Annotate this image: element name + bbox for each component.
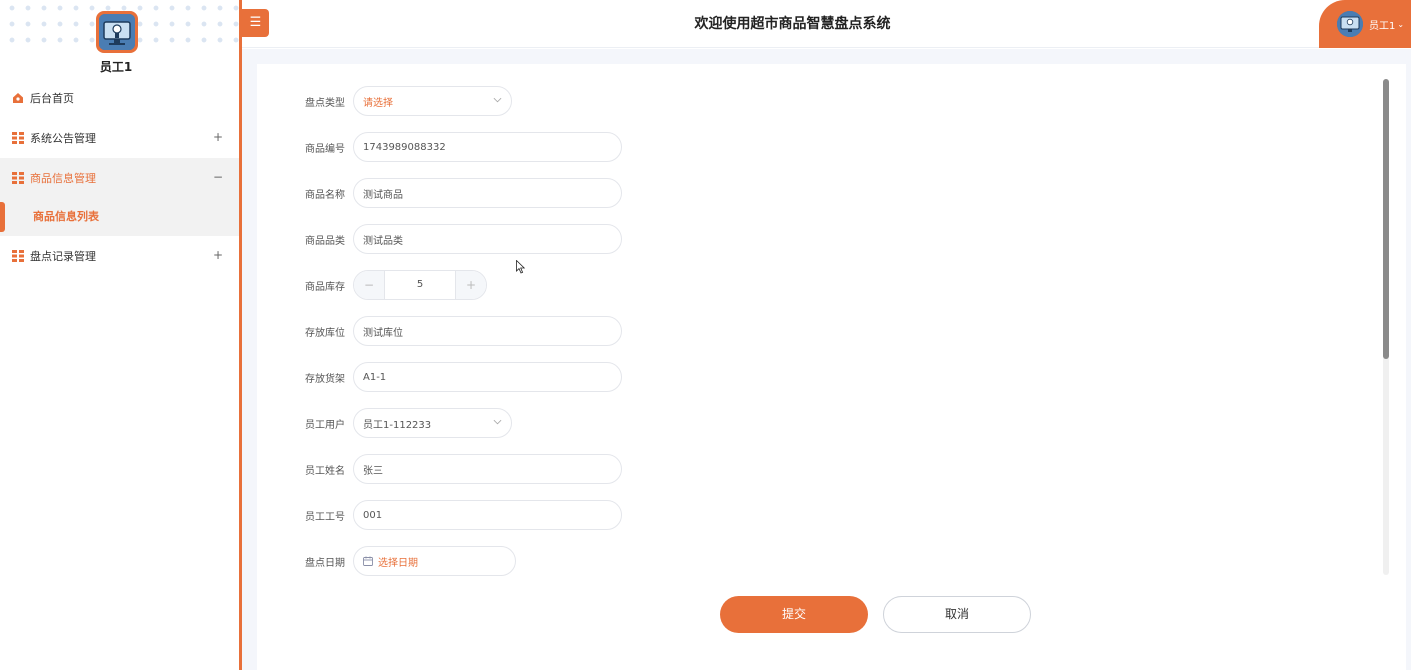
storage-shelf-input[interactable]: A1-1 [353, 362, 622, 392]
scrollbar-thumb[interactable] [1383, 79, 1389, 359]
select-value: 请选择 [363, 97, 393, 109]
collapse-icon[interactable]: − [213, 170, 223, 184]
form-row-employee-name: 员工姓名 张三 [257, 454, 622, 484]
date-placeholder: 选择日期 [378, 557, 418, 569]
field-label: 存放库位 [305, 327, 345, 339]
sidebar-item-label: 后台首页 [30, 92, 74, 105]
field-label: 商品名称 [305, 189, 345, 201]
form-row-inventory-date: 盘点日期 选择日期 [257, 546, 516, 576]
calendar-icon [363, 556, 373, 566]
grid-icon [12, 250, 24, 262]
decrement-button[interactable]: − [354, 271, 385, 299]
increment-button[interactable]: + [455, 271, 486, 299]
avatar [1337, 11, 1363, 37]
chevron-down-icon [493, 96, 502, 106]
sidebar-item-home[interactable]: 后台首页 [0, 78, 239, 118]
submit-button[interactable]: 提交 [720, 596, 868, 633]
cancel-button[interactable]: 取消 [883, 596, 1031, 633]
storage-location-input[interactable]: 测试库位 [353, 316, 622, 346]
sidebar-item-label: 系统公告管理 [30, 132, 96, 145]
inventory-type-select[interactable]: 请选择 [353, 86, 512, 116]
stock-value-input[interactable]: 5 [385, 271, 455, 299]
sidebar-subitem-product-list[interactable]: 商品信息列表 [0, 198, 239, 236]
mouse-cursor-icon [516, 259, 526, 274]
field-label: 存放货架 [305, 373, 345, 385]
employee-name-input[interactable]: 张三 [353, 454, 622, 484]
page-title: 欢迎使用超市商品智慧盘点系统 [694, 16, 891, 32]
employee-id-input[interactable]: 001 [353, 500, 622, 530]
field-label: 商品库存 [305, 281, 345, 293]
sidebar-item-label: 商品信息管理 [30, 172, 96, 185]
home-icon [12, 92, 24, 104]
form-row-employee-user: 员工用户 员工1-112233 [257, 408, 512, 438]
sidebar-item-product-info[interactable]: 商品信息管理 − [0, 158, 239, 198]
expand-icon[interactable]: + [213, 130, 223, 144]
product-code-input[interactable]: 1743989088332 [353, 132, 622, 162]
form-row-storage-location: 存放库位 测试库位 [257, 316, 622, 346]
app-root: 员工1 后台首页 系统公告管理 + 商品信息管理 − 商品信息列表 盘点记录管理… [0, 0, 1411, 670]
avatar[interactable] [96, 11, 138, 53]
field-label: 员工工号 [305, 511, 345, 523]
form-row-product-name: 商品名称 测试商品 [257, 178, 622, 208]
form-row-inventory-type: 盘点类型 请选择 [257, 86, 512, 116]
expand-icon[interactable]: + [213, 248, 223, 262]
field-label: 盘点类型 [305, 97, 345, 109]
avatar-image [99, 14, 135, 50]
user-menu[interactable]: 员工1 ⌄ [1319, 0, 1411, 48]
field-label: 商品编号 [305, 143, 345, 155]
chevron-down-icon: ⌄ [1397, 19, 1405, 29]
product-name-input[interactable]: 测试商品 [353, 178, 622, 208]
field-label: 盘点日期 [305, 557, 345, 569]
active-indicator [0, 202, 5, 232]
form-row-product-code: 商品编号 1743989088332 [257, 132, 622, 162]
top-header: ☰ 欢迎使用超市商品智慧盘点系统 员工1 ⌄ [242, 0, 1411, 48]
field-label: 商品品类 [305, 235, 345, 247]
stock-stepper: − 5 + [353, 270, 487, 300]
form-row-employee-id: 员工工号 001 [257, 500, 622, 530]
product-category-input[interactable]: 测试品类 [353, 224, 622, 254]
sidebar-menu: 后台首页 系统公告管理 + 商品信息管理 − 商品信息列表 盘点记录管理 + [0, 78, 239, 276]
select-value: 员工1-112233 [363, 419, 432, 431]
grid-icon [12, 132, 24, 144]
field-label: 员工用户 [305, 419, 345, 431]
field-label: 员工姓名 [305, 465, 345, 477]
grid-icon [12, 172, 24, 184]
header-user-name: 员工1 [1369, 20, 1396, 32]
form-row-storage-shelf: 存放货架 A1-1 [257, 362, 622, 392]
employee-user-select[interactable]: 员工1-112233 [353, 408, 512, 438]
sidebar-subitem-label: 商品信息列表 [33, 210, 99, 223]
sidebar-item-label: 盘点记录管理 [30, 250, 96, 263]
chevron-down-icon [493, 418, 502, 428]
form-row-product-category: 商品品类 测试品类 [257, 224, 622, 254]
sidebar-item-announcements[interactable]: 系统公告管理 + [0, 118, 239, 158]
form-row-product-stock: 商品库存 − 5 + [257, 270, 487, 300]
inventory-date-picker[interactable]: 选择日期 [353, 546, 516, 576]
sidebar-item-inventory-records[interactable]: 盘点记录管理 + [0, 236, 239, 276]
sidebar-user-name: 员工1 [99, 60, 133, 74]
vertical-scrollbar[interactable] [1383, 79, 1389, 575]
sidebar: 员工1 后台首页 系统公告管理 + 商品信息管理 − 商品信息列表 盘点记录管理… [0, 0, 239, 670]
